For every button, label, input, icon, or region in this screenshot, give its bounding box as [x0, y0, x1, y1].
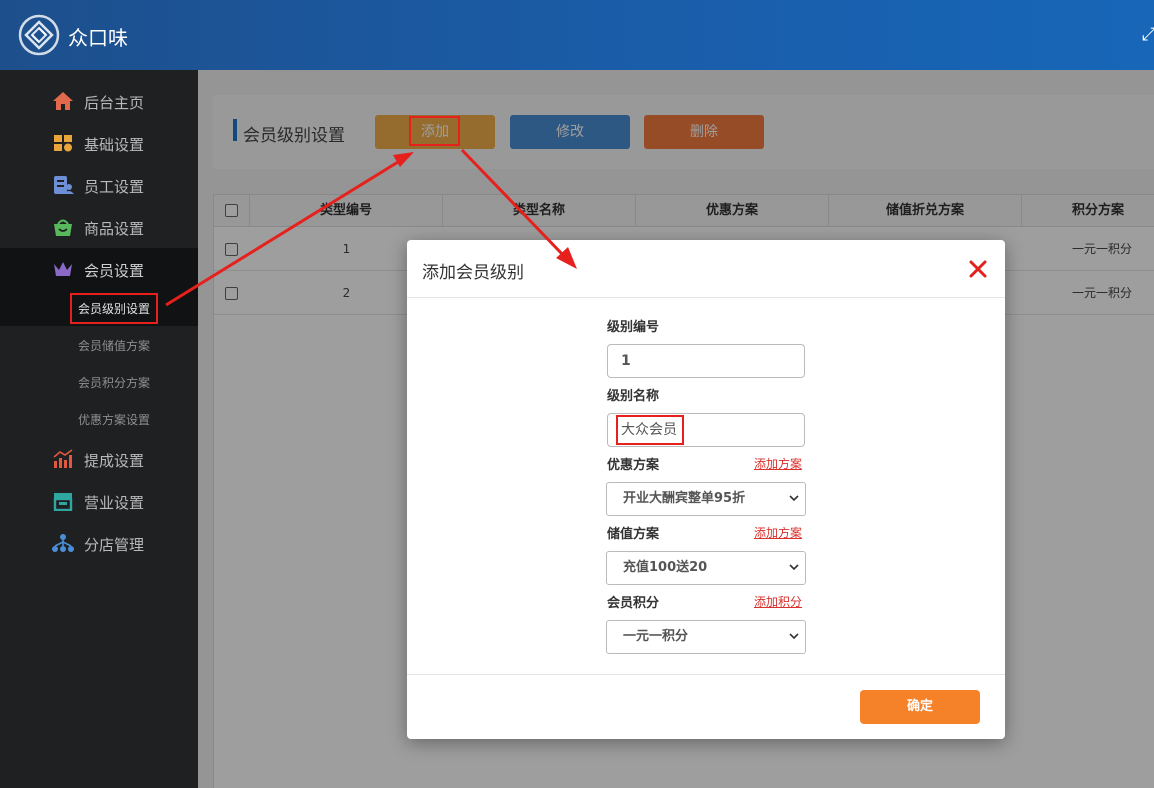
sidebar-item-goods[interactable]: 商品设置: [0, 206, 198, 248]
dialog-header: 添加会员级别: [407, 240, 1005, 298]
add-points-link[interactable]: 添加积分: [754, 593, 802, 610]
sidebar-item-member[interactable]: 会员设置: [0, 248, 198, 290]
sidebar-item-business[interactable]: 营业设置: [0, 480, 198, 522]
points-select[interactable]: 一元一积分: [606, 620, 806, 654]
level-no-label: 级别编号: [607, 320, 660, 335]
add-discount-link[interactable]: 添加方案: [754, 455, 802, 472]
discount-select[interactable]: 开业大酬宾整单95折: [606, 482, 806, 516]
annotation-box-menu: [70, 293, 158, 324]
sidebar-item-basic[interactable]: 基础设置: [0, 122, 198, 164]
discount-label: 优惠方案: [607, 458, 660, 473]
chart-icon: [53, 449, 73, 468]
add-stored-value-link[interactable]: 添加方案: [754, 524, 802, 541]
dialog-title: 添加会员级别: [422, 263, 524, 283]
level-no-input[interactable]: 1: [607, 344, 805, 378]
points-label: 会员积分: [607, 596, 660, 611]
discount-select-value: 开业大酬宾整单95折: [623, 491, 746, 506]
branch-icon: [52, 534, 74, 552]
dialog-footer: 确定: [407, 674, 1005, 739]
chevron-down-icon: [789, 633, 799, 640]
chevron-down-icon: [789, 495, 799, 502]
sidebar-item-label: 商品设置: [84, 220, 145, 238]
sidebar-item-home[interactable]: 后台主页: [0, 80, 198, 122]
confirm-button[interactable]: 确定: [860, 690, 980, 724]
sidebar-item-label: 提成设置: [84, 452, 145, 470]
stored-value-label: 储值方案: [607, 527, 660, 542]
sidebar-subitem-label: 优惠方案设置: [78, 413, 151, 427]
stored-value-select[interactable]: 充值100送20: [606, 551, 806, 585]
sidebar-subitem-points[interactable]: 会员积分方案: [0, 364, 198, 400]
chevron-down-icon: [789, 564, 799, 571]
level-name-label: 级别名称: [607, 389, 660, 404]
add-member-level-dialog: 添加会员级别 级别编号 1 级别名称 大众会员 优惠方案 添加方案 开业大酬宾整…: [407, 240, 1005, 739]
sidebar-item-branch[interactable]: 分店管理: [0, 522, 198, 564]
sidebar-item-label: 员工设置: [84, 178, 145, 196]
sidebar-subitem-stored-value[interactable]: 会员储值方案: [0, 327, 198, 363]
sidebar-item-label: 营业设置: [84, 494, 145, 512]
sidebar-item-label: 分店管理: [84, 536, 145, 554]
stored-value-select-value: 充值100送20: [623, 560, 708, 575]
annotation-box-add: [409, 116, 460, 146]
brand-name: 众口味: [68, 26, 128, 50]
points-select-value: 一元一积分: [623, 629, 689, 644]
home-icon: [53, 92, 73, 110]
sidebar: 后台主页 基础设置 员工设置 商品设置 会员设置 会员级别设置 会员储值方案 会…: [0, 70, 198, 788]
sidebar-subitem-label: 会员储值方案: [78, 339, 151, 353]
store-icon: [53, 493, 73, 511]
close-icon[interactable]: [969, 260, 987, 278]
basket-icon: [54, 219, 72, 236]
blocks-icon: [54, 135, 72, 152]
top-bar: 众口味 ⤢: [0, 0, 1154, 70]
sidebar-subitem-discount[interactable]: 优惠方案设置: [0, 401, 198, 437]
sidebar-item-commission[interactable]: 提成设置: [0, 438, 198, 480]
sidebar-item-label: 会员设置: [84, 262, 145, 280]
expand-icon[interactable]: ⤢: [1142, 24, 1154, 44]
crown-icon: [54, 262, 72, 276]
sidebar-item-staff[interactable]: 员工设置: [0, 164, 198, 206]
sidebar-item-label: 基础设置: [84, 136, 145, 154]
sidebar-item-label: 后台主页: [84, 94, 145, 112]
annotation-box-name: [616, 415, 684, 445]
sidebar-subitem-label: 会员积分方案: [78, 376, 151, 390]
staff-icon: [54, 176, 74, 194]
diamond-logo-icon: [18, 14, 60, 56]
